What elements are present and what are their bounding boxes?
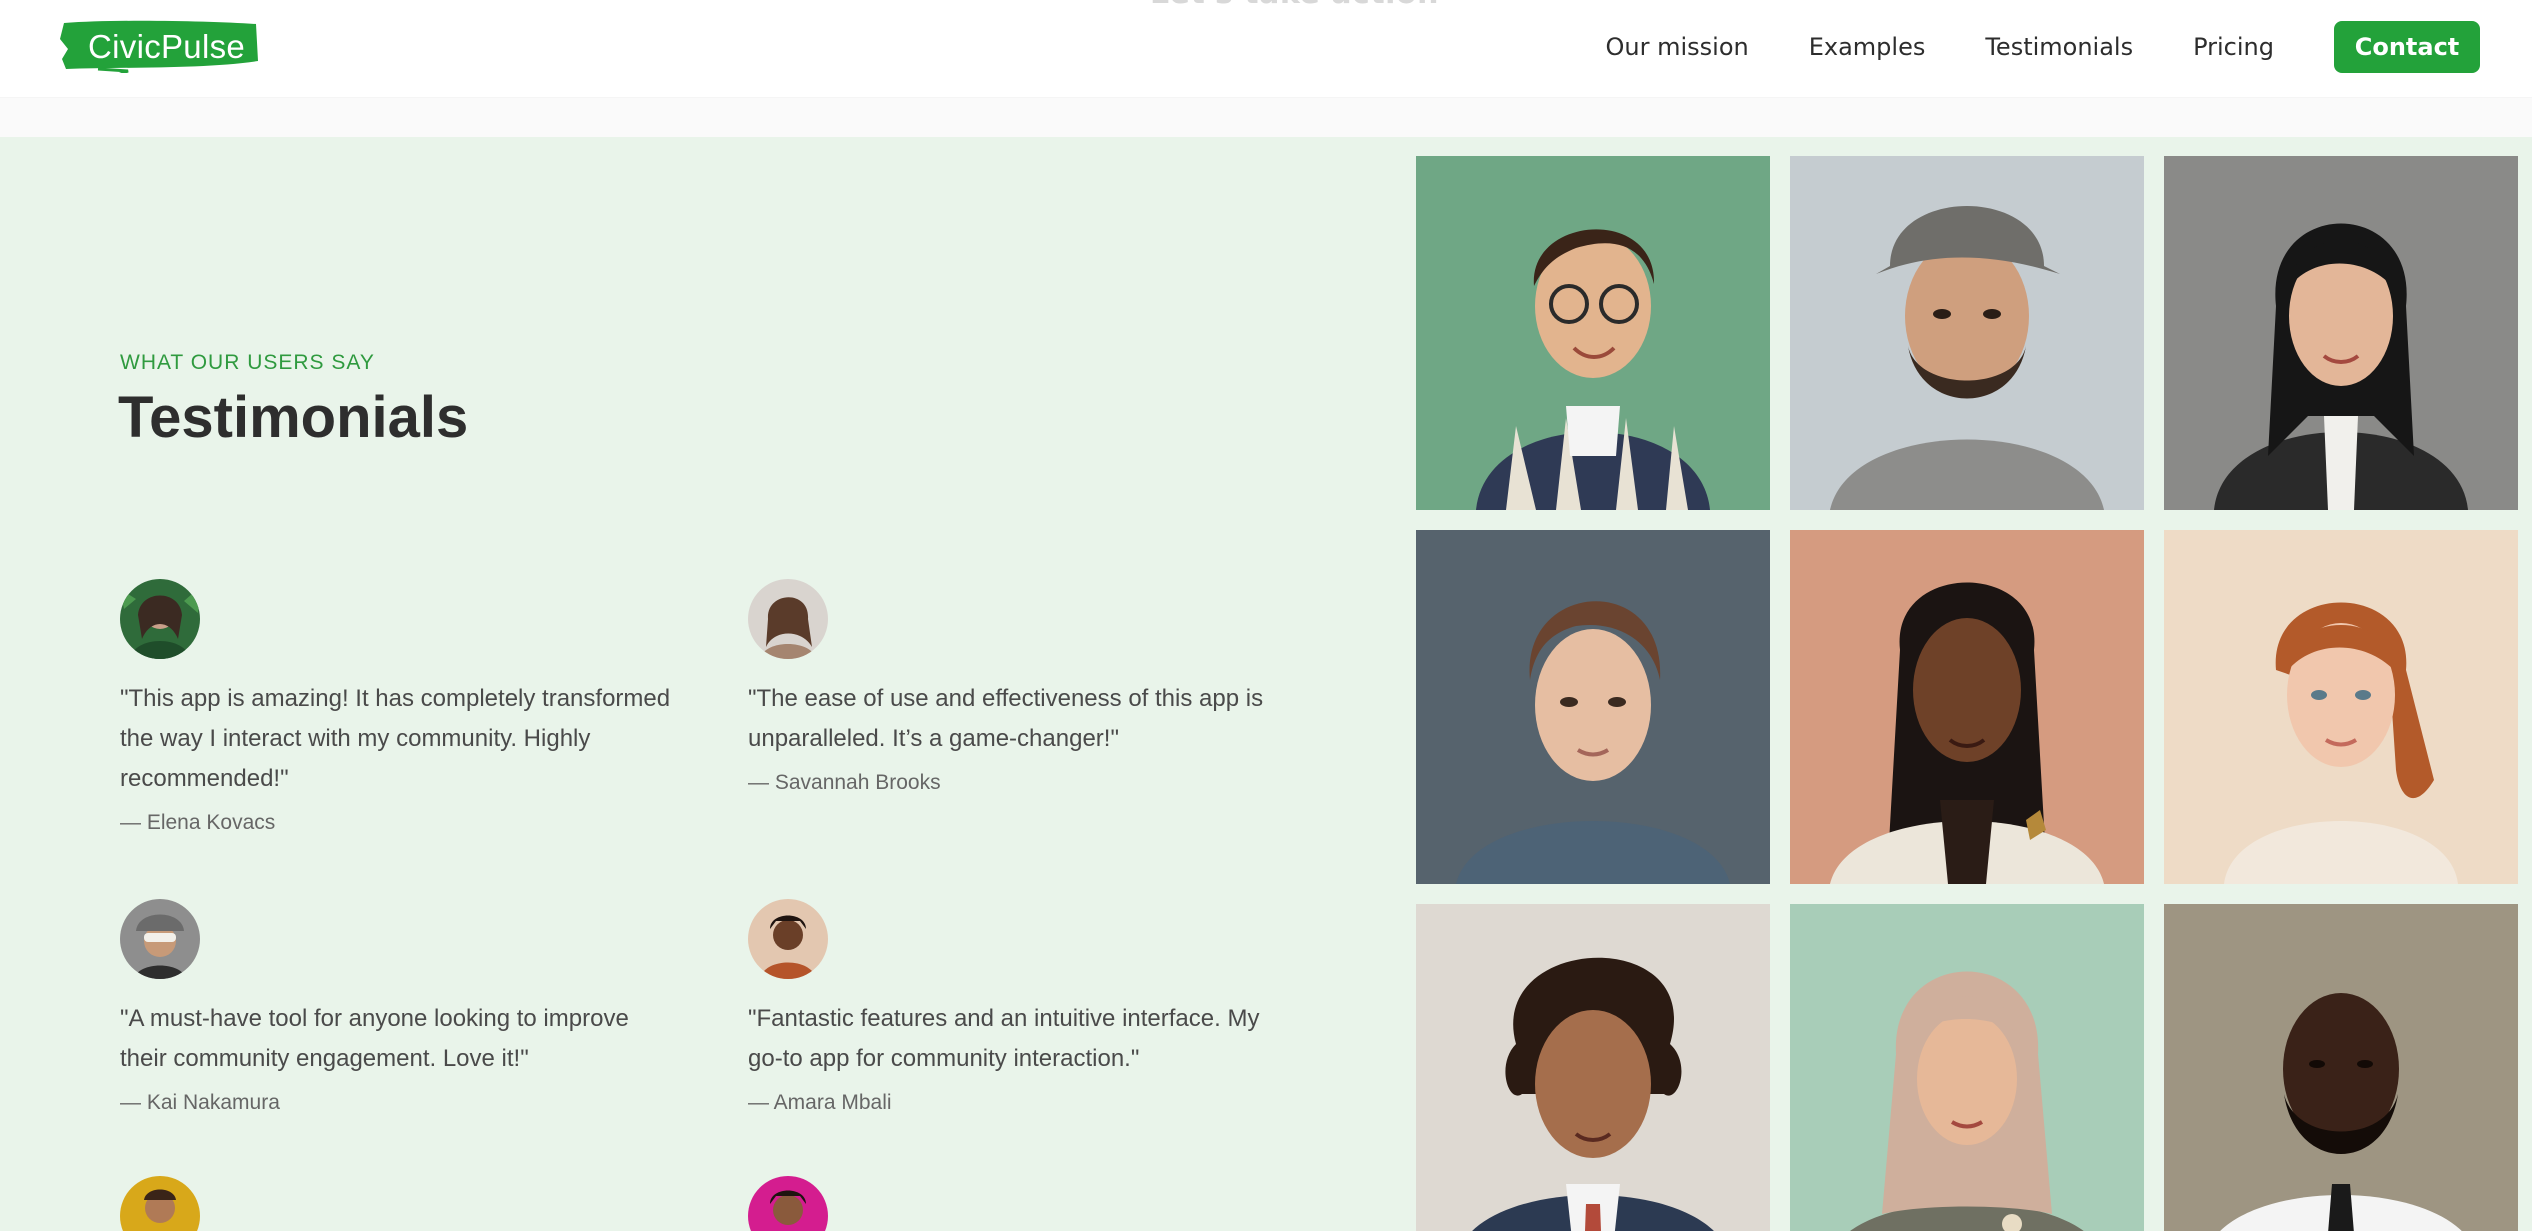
portrait-photo: [1416, 530, 1770, 884]
portrait-photo: [1790, 156, 2144, 510]
section-divider: [0, 97, 2532, 137]
portrait-photo: [1416, 904, 1770, 1231]
portrait-photo: [1416, 156, 1770, 510]
portrait-photo: [2164, 530, 2518, 884]
avatar: [748, 579, 828, 659]
avatar: [120, 1176, 200, 1231]
section-title: Testimonials: [118, 385, 469, 450]
testimonial-quote: "Fantastic features and an intuitive int…: [748, 1005, 1260, 1072]
testimonial-card: "Fantastic features and an intuitive int…: [748, 899, 1288, 1115]
avatar: [748, 1176, 828, 1231]
testimonial-author: — Kai Nakamura: [120, 1091, 280, 1114]
nav-pricing[interactable]: Pricing: [2193, 33, 2274, 61]
nav-examples[interactable]: Examples: [1809, 33, 1926, 61]
section-eyebrow: WHAT OUR USERS SAY: [120, 351, 375, 374]
portrait-photo: [1790, 904, 2144, 1231]
testimonial-quote: "A must-have tool for anyone looking to …: [120, 1005, 629, 1072]
portrait-photo: [2164, 904, 2518, 1231]
testimonial-author: — Elena Kovacs: [120, 811, 276, 834]
testimonial-author: — Amara Mbali: [748, 1091, 892, 1114]
site-header: Let's take action CivicPulse Our mission…: [0, 0, 2532, 97]
avatar: [120, 579, 200, 659]
main-nav: Our mission Examples Testimonials Pricin…: [1606, 21, 2480, 73]
testimonial-author: — Savannah Brooks: [748, 771, 941, 794]
portrait-photo: [2164, 156, 2518, 510]
avatar: [120, 899, 200, 979]
testimonial-card: "The ease of use and effectiveness of th…: [748, 579, 1288, 795]
contact-button[interactable]: Contact: [2334, 21, 2480, 73]
scrolled-heading-fragment: Let's take action: [1150, 0, 1439, 11]
nav-testimonials[interactable]: Testimonials: [1985, 33, 2133, 61]
testimonial-card: "This app is amazing! It has completely …: [120, 579, 680, 835]
testimonial-quote: "This app is amazing! It has completely …: [120, 685, 671, 792]
testimonial-card: "A must-have tool for anyone looking to …: [120, 899, 680, 1115]
testimonials-section: WHAT OUR USERS SAY Testimonials "This ap…: [0, 137, 2532, 1231]
portrait-photo: [1790, 530, 2144, 884]
testimonial-quote: "The ease of use and effectiveness of th…: [748, 685, 1264, 752]
nav-our-mission[interactable]: Our mission: [1606, 33, 1749, 61]
logo[interactable]: CivicPulse: [58, 19, 260, 73]
avatar: [748, 899, 828, 979]
logo-text: CivicPulse: [88, 28, 246, 65]
